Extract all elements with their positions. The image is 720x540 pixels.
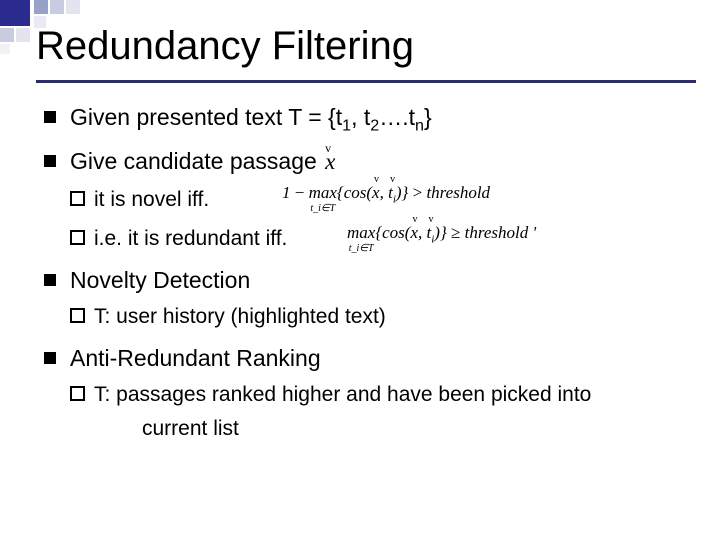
text-continuation: current list <box>94 413 696 445</box>
subscript-2: 2 <box>370 117 379 135</box>
text: T: user history (highlighted text) <box>94 305 386 328</box>
text: i.e. it is redundant iff. <box>94 227 287 250</box>
text: Anti-Redundant Ranking <box>70 345 321 371</box>
formula-redundant-threshold: max{cos(x, ti)} ≥ threshold ' <box>345 224 538 245</box>
bullet-anti-redundant: Anti-Redundant Ranking T: passages ranke… <box>44 341 696 445</box>
formula-novel-threshold: 1 − max{cos(x, ti)} > threshold <box>280 184 492 205</box>
text: Novelty Detection <box>70 267 250 293</box>
text: , t <box>351 104 370 130</box>
vector-x-icon: vx <box>323 145 337 180</box>
bullet-novelty-detection: Novelty Detection T: user history (highl… <box>44 263 696 333</box>
sub-bullet-passages: T: passages ranked higher and have been … <box>70 379 696 444</box>
text: it is novel iff. <box>94 188 209 211</box>
text: Given presented text T = {t <box>70 104 342 130</box>
title-rule <box>36 80 696 83</box>
subscript-1: 1 <box>342 117 351 135</box>
slide-title: Redundancy Filtering <box>36 24 700 69</box>
text: T: passages ranked higher and have been … <box>94 383 591 406</box>
slide-body: Given presented text T = {t1, t2….tn} Gi… <box>44 100 696 452</box>
sub-bullet-user-history: T: user history (highlighted text) <box>70 301 696 333</box>
text: } <box>424 104 432 130</box>
subscript-n: n <box>415 117 424 135</box>
text: Give candidate passage <box>70 148 323 174</box>
bullet-given-text: Given presented text T = {t1, t2….tn} <box>44 100 696 138</box>
text: ….t <box>379 104 415 130</box>
